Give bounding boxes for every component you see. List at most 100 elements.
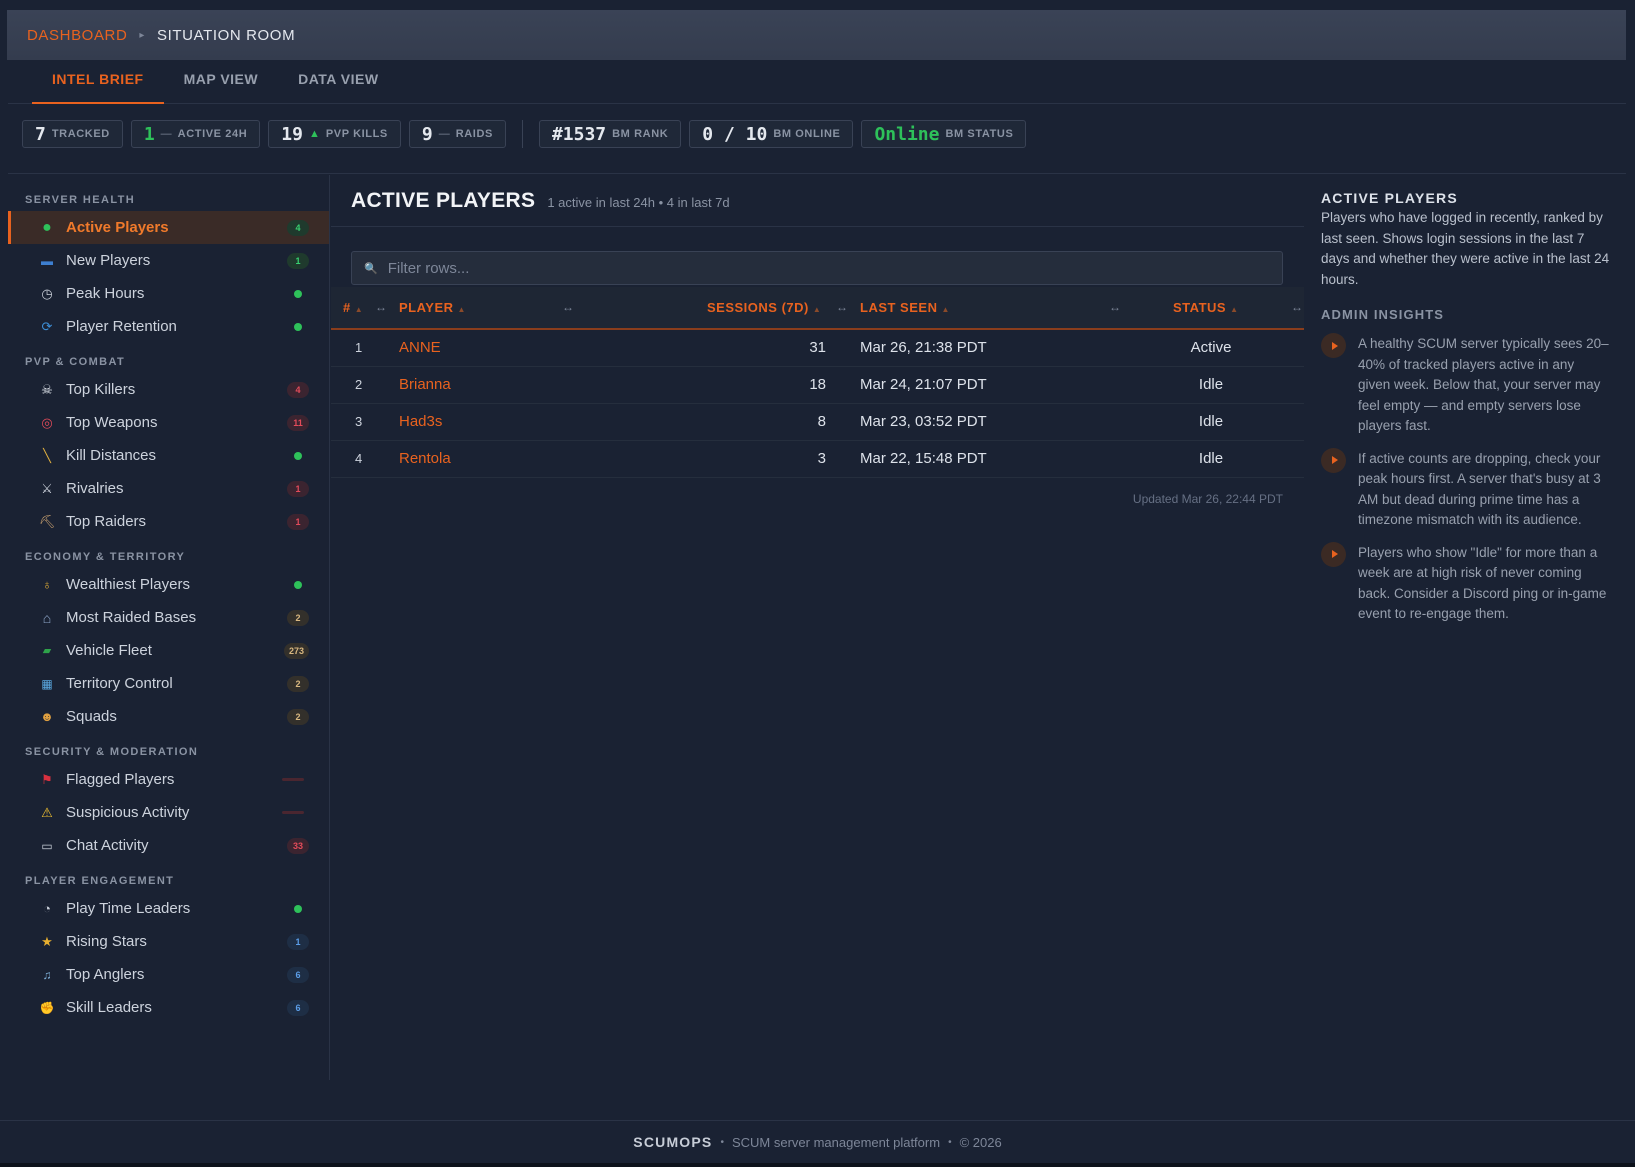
sidebar-item-suspicious-activity[interactable]: ⚠ Suspicious Activity xyxy=(8,796,329,829)
filter-input[interactable] xyxy=(387,259,1282,277)
column-resize-handle[interactable]: ↔ xyxy=(375,287,387,328)
column-resize-handle[interactable]: ↔ xyxy=(1291,287,1303,328)
player-link[interactable]: Rentola xyxy=(399,441,451,477)
column-header-last-seen[interactable]: LAST SEEN ▲ xyxy=(860,287,950,328)
column-header-label: SESSIONS (7D) xyxy=(707,300,809,315)
sidebar-item-label: Suspicious Activity xyxy=(66,804,190,821)
tab-map-view[interactable]: MAP VIEW xyxy=(164,60,279,104)
stat-label: ACTIVE 24H xyxy=(177,128,248,140)
column-resize-handle[interactable]: ↔ xyxy=(1109,287,1121,328)
tab-bar: INTEL BRIEF MAP VIEW DATA VIEW xyxy=(8,60,1626,104)
insights-title: ADMIN INSIGHTS xyxy=(1321,307,1445,322)
sidebar-item-top-weapons[interactable]: ◎ Top Weapons 11 xyxy=(8,406,329,439)
sidebar-item-player-retention[interactable]: ⟳ Player Retention xyxy=(8,310,329,343)
player-link[interactable]: Brianna xyxy=(399,367,451,403)
stat-bm-status: Online BM STATUS xyxy=(861,120,1027,148)
new-badge-icon: ▬ xyxy=(41,253,53,268)
sidebar-item-peak-hours[interactable]: ◷ Peak Hours xyxy=(8,277,329,310)
cell-rank: 2 xyxy=(355,377,363,392)
cell-sessions: 3 xyxy=(817,450,826,467)
sidebar-item-label: Territory Control xyxy=(66,675,173,692)
player-link[interactable]: Had3s xyxy=(399,404,442,440)
stat-label: TRACKED xyxy=(51,128,110,140)
count-badge: 1 xyxy=(287,480,309,497)
sidebar-item-kill-distances[interactable]: ╲ Kill Distances xyxy=(8,439,329,472)
column-header-rank[interactable]: # ▲ xyxy=(343,287,363,328)
play-icon xyxy=(1321,333,1346,358)
tab-intel-brief[interactable]: INTEL BRIEF xyxy=(32,60,164,104)
count-badge: 11 xyxy=(287,414,309,431)
skull-icon: ☠ xyxy=(41,381,53,397)
player-link[interactable]: ANNE xyxy=(399,330,441,366)
stat-value: Online xyxy=(874,123,940,145)
footer-separator: • xyxy=(948,1136,952,1148)
table-header: # ▲ ↔ PLAYER ▲ ↔ SESSIONS (7D) ▲ ↔ LAST SEE… xyxy=(331,287,1304,330)
flexed-arm-icon: ✊ xyxy=(39,1000,55,1015)
tab-data-view[interactable]: DATA VIEW xyxy=(278,60,398,104)
sidebar-item-most-raided-bases[interactable]: ⌂ Most Raided Bases 2 xyxy=(8,601,329,634)
stat-label: PVP KILLS xyxy=(325,128,388,140)
sidebar-item-rising-stars[interactable]: ★ Rising Stars 1 xyxy=(8,925,329,958)
target-icon: ◎ xyxy=(41,414,53,430)
column-header-label: STATUS xyxy=(1173,300,1227,315)
sidebar-item-territory-control[interactable]: ▦ Territory Control 2 xyxy=(8,667,329,700)
sidebar-item-new-players[interactable]: ▬ New Players 1 xyxy=(8,244,329,277)
sidebar: SERVER HEALTH ● Active Players 4 ▬ New Player… xyxy=(8,175,330,1080)
column-header-player[interactable]: PLAYER ▲ xyxy=(399,287,466,328)
crossed-swords-icon: ⚔ xyxy=(41,480,53,496)
people-icon: ☻ xyxy=(40,709,54,724)
sidebar-item-vehicle-fleet[interactable]: ▰ Vehicle Fleet 273 xyxy=(8,634,329,667)
play-icon xyxy=(1321,541,1346,567)
sidebar-item-top-raiders[interactable]: ⛏ Top Raiders 1 xyxy=(8,505,329,538)
stat-label: RAIDS xyxy=(455,128,493,140)
cell-sessions: 8 xyxy=(817,413,826,430)
red-flag-icon: ⚑ xyxy=(41,771,53,787)
sidebar-item-label: Peak Hours xyxy=(66,285,145,302)
column-resize-handle[interactable]: ↔ xyxy=(562,287,574,328)
cell-last-seen: Mar 24, 21:07 PDT xyxy=(860,376,987,393)
footer-copyright: © 2026 xyxy=(959,1134,1002,1150)
sidebar-item-label: Vehicle Fleet xyxy=(66,642,152,659)
sidebar-section-title: SERVER HEALTH xyxy=(25,194,136,206)
stat-raids: 9 — RAIDS xyxy=(408,120,506,148)
count-badge: 6 xyxy=(287,966,309,983)
sidebar-item-label: Top Raiders xyxy=(66,513,147,530)
sidebar-item-play-time-leaders[interactable]: ◔ Play Time Leaders xyxy=(8,892,329,925)
sort-arrow-icon: ▲ xyxy=(941,305,950,314)
sidebar-item-rivalries[interactable]: ⚔ Rivalries 1 xyxy=(8,472,329,505)
sidebar-item-top-anglers[interactable]: ♫ Top Anglers 6 xyxy=(8,958,329,991)
sidebar-item-top-killers[interactable]: ☠ Top Killers 4 xyxy=(8,373,329,406)
count-badge: 4 xyxy=(287,381,309,398)
column-header-sessions[interactable]: SESSIONS (7D) ▲ xyxy=(707,287,821,328)
vehicle-icon: ▰ xyxy=(42,645,52,657)
insight-item: A healthy SCUM server typically sees 20–… xyxy=(1321,333,1610,437)
house-icon: ⌂ xyxy=(42,609,52,626)
column-resize-handle[interactable]: ↔ xyxy=(836,287,848,328)
count-badge xyxy=(277,805,309,821)
footer: SCUMOPS • SCUM server management platfor… xyxy=(0,1120,1635,1163)
sidebar-item-flagged-players[interactable]: ⚑ Flagged Players xyxy=(8,763,329,796)
column-header-status[interactable]: STATUS ▲ xyxy=(1173,287,1239,328)
players-table: # ▲ ↔ PLAYER ▲ ↔ SESSIONS (7D) ▲ ↔ LAST SEE… xyxy=(331,287,1304,478)
footer-separator: • xyxy=(720,1136,724,1148)
sidebar-item-wealthiest-players[interactable]: ♁ Wealthiest Players xyxy=(8,568,329,601)
sidebar-item-label: New Players xyxy=(66,252,151,269)
breadcrumb-dashboard-link[interactable]: DASHBOARD xyxy=(27,27,127,44)
sidebar-item-label: Most Raided Bases xyxy=(66,609,197,626)
status-dot xyxy=(287,448,309,464)
footer-tagline: SCUM server management platform xyxy=(731,1134,941,1150)
cell-sessions: 31 xyxy=(809,339,826,356)
insight-text: Players who show "Idle" for more than a … xyxy=(1358,544,1607,622)
sidebar-item-squads[interactable]: ☻ Squads 2 xyxy=(8,700,329,733)
stat-value: #1537 xyxy=(551,123,607,145)
sidebar-item-chat-activity[interactable]: ▭ Chat Activity 33 xyxy=(8,829,329,862)
table-row[interactable]: 2 Brianna 18 Mar 24, 21:07 PDT Idle xyxy=(331,367,1304,404)
table-row[interactable]: 4 Rentola 3 Mar 22, 15:48 PDT Idle xyxy=(331,441,1304,478)
sidebar-item-active-players[interactable]: ● Active Players 4 xyxy=(8,211,329,244)
map-icon: ▦ xyxy=(41,676,53,691)
cell-rank: 1 xyxy=(355,340,363,355)
table-row[interactable]: 1 ANNE 31 Mar 26, 21:38 PDT Active xyxy=(331,330,1304,367)
help-title: ACTIVE PLAYERS xyxy=(1321,190,1458,206)
sidebar-item-skill-leaders[interactable]: ✊ Skill Leaders 6 xyxy=(8,991,329,1024)
table-row[interactable]: 3 Had3s 8 Mar 23, 03:52 PDT Idle xyxy=(331,404,1304,441)
